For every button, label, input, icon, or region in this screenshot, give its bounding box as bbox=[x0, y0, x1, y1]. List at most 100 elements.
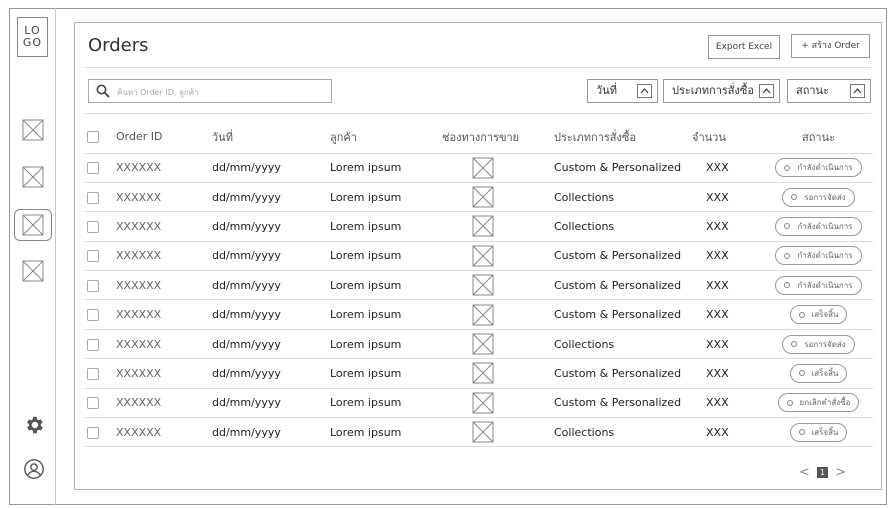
row-checkbox[interactable] bbox=[87, 426, 99, 439]
row-checkbox[interactable] bbox=[87, 220, 99, 233]
cell-order-id[interactable]: XXXXXX bbox=[116, 417, 212, 448]
cell-date: dd/mm/yyyy bbox=[212, 387, 330, 418]
sidebar-item-4[interactable] bbox=[22, 260, 44, 282]
cell-order-id[interactable]: XXXXXX bbox=[116, 152, 212, 183]
orders-table: Order ID วันที่ ลูกค้า ช่องทางการขาย ประ… bbox=[85, 121, 873, 448]
status-radio-icon bbox=[791, 194, 798, 201]
cell-date: dd/mm/yyyy bbox=[212, 181, 330, 212]
logo[interactable]: LO GO bbox=[17, 17, 48, 57]
cell-order-id[interactable]: XXXXXX bbox=[116, 270, 212, 300]
cell-quantity: XXX bbox=[692, 270, 764, 300]
channel-image-placeholder-icon bbox=[472, 186, 494, 208]
table-row[interactable]: XXXXXX dd/mm/yyyy Lorem ipsum Custom & Pers… bbox=[85, 387, 873, 418]
gear-icon[interactable] bbox=[23, 414, 45, 436]
cell-order-type: Custom & Personalized bbox=[554, 240, 692, 271]
page-title: Orders bbox=[88, 35, 149, 56]
cell-customer: Lorem ipsum bbox=[330, 181, 442, 212]
image-placeholder-icon bbox=[22, 166, 44, 188]
cell-order-id[interactable]: XXXXXX bbox=[116, 299, 212, 330]
cell-quantity: XXX bbox=[692, 358, 764, 389]
status-badge[interactable]: กำลังดำเนินการ bbox=[775, 158, 862, 178]
status-badge[interactable]: รอการจัดส่ง bbox=[782, 187, 855, 207]
table-row[interactable]: XXXXXX dd/mm/yyyy Lorem ipsum Collections XX… bbox=[85, 328, 873, 359]
col-channel[interactable]: ช่องทางการขาย bbox=[442, 121, 554, 153]
status-radio-icon bbox=[786, 399, 793, 406]
orders-panel: Orders Export Excel + สร้าง Order ค้นหา … bbox=[74, 22, 882, 490]
row-checkbox[interactable] bbox=[87, 162, 99, 175]
status-badge[interactable]: กำลังดำเนินการ bbox=[775, 275, 862, 295]
table-row[interactable]: XXXXXX dd/mm/yyyy Lorem ipsum Collections XX… bbox=[85, 211, 873, 242]
sidebar-item-2[interactable] bbox=[22, 166, 44, 188]
create-order-button[interactable]: + สร้าง Order bbox=[791, 34, 870, 58]
row-checkbox[interactable] bbox=[87, 309, 99, 322]
status-radio-icon bbox=[784, 164, 791, 171]
status-badge[interactable]: เสร็จสิ้น bbox=[789, 422, 848, 442]
cell-customer: Lorem ipsum bbox=[330, 328, 442, 359]
row-checkbox[interactable] bbox=[87, 367, 99, 380]
sidebar-item-3-active[interactable] bbox=[14, 209, 52, 241]
cell-order-type: Custom & Personalized bbox=[554, 299, 692, 330]
col-status[interactable]: สถานะ bbox=[764, 121, 873, 153]
cell-order-id[interactable]: XXXXXX bbox=[116, 358, 212, 389]
status-badge[interactable]: กำลังดำเนินการ bbox=[775, 246, 862, 266]
cell-customer: Lorem ipsum bbox=[330, 387, 442, 418]
row-checkbox[interactable] bbox=[87, 338, 99, 351]
status-badge[interactable]: กำลังดำเนินการ bbox=[775, 216, 862, 236]
status-radio-icon bbox=[784, 252, 791, 259]
cell-customer: Lorem ipsum bbox=[330, 211, 442, 242]
table-row[interactable]: XXXXXX dd/mm/yyyy Lorem ipsum Custom & Pers… bbox=[85, 240, 873, 271]
image-placeholder-icon bbox=[22, 260, 44, 282]
cell-date: dd/mm/yyyy bbox=[212, 299, 330, 330]
current-page[interactable]: 1 bbox=[817, 467, 829, 478]
row-checkbox[interactable] bbox=[87, 250, 99, 263]
filter-order-type[interactable]: ประเภทการสั่งซื้อ bbox=[663, 79, 780, 103]
export-excel-button[interactable]: Export Excel bbox=[708, 35, 780, 59]
user-icon[interactable] bbox=[23, 458, 45, 480]
col-date[interactable]: วันที่ bbox=[212, 121, 330, 153]
select-all-checkbox[interactable] bbox=[87, 131, 99, 144]
status-badge[interactable]: เสร็จสิ้น bbox=[789, 363, 848, 383]
image-placeholder-icon bbox=[22, 119, 44, 141]
status-radio-icon bbox=[784, 282, 791, 289]
cell-date: dd/mm/yyyy bbox=[212, 270, 330, 300]
cell-order-id[interactable]: XXXXXX bbox=[116, 181, 212, 212]
col-order-type[interactable]: ประเภทการสั่งซื้อ bbox=[554, 121, 692, 153]
status-badge[interactable]: รอการจัดส่ง bbox=[782, 334, 855, 354]
divider bbox=[85, 113, 871, 114]
cell-customer: Lorem ipsum bbox=[330, 417, 442, 448]
cell-order-id[interactable]: XXXXXX bbox=[116, 211, 212, 242]
cell-date: dd/mm/yyyy bbox=[212, 152, 330, 183]
cell-quantity: XXX bbox=[692, 328, 764, 359]
cell-quantity: XXX bbox=[692, 387, 764, 418]
cell-customer: Lorem ipsum bbox=[330, 240, 442, 271]
table-row[interactable]: XXXXXX dd/mm/yyyy Lorem ipsum Custom & Pers… bbox=[85, 358, 873, 389]
table-row[interactable]: XXXXXX dd/mm/yyyy Lorem ipsum Custom & Pers… bbox=[85, 152, 873, 183]
cell-order-id[interactable]: XXXXXX bbox=[116, 328, 212, 359]
table-row[interactable]: XXXXXX dd/mm/yyyy Lorem ipsum Custom & Pers… bbox=[85, 270, 873, 300]
filter-status[interactable]: สถานะ bbox=[787, 79, 871, 103]
cell-order-id[interactable]: XXXXXX bbox=[116, 387, 212, 418]
prev-page-button[interactable]: < bbox=[799, 465, 810, 480]
cell-order-type: Collections bbox=[554, 181, 692, 212]
table-row[interactable]: XXXXXX dd/mm/yyyy Lorem ipsum Custom & Pers… bbox=[85, 299, 873, 330]
status-badge[interactable]: ยกเลิกคำสั่งซื้อ bbox=[777, 393, 860, 413]
table-row[interactable]: XXXXXX dd/mm/yyyy Lorem ipsum Collections XX… bbox=[85, 417, 873, 448]
cell-date: dd/mm/yyyy bbox=[212, 240, 330, 271]
channel-image-placeholder-icon bbox=[472, 157, 494, 179]
status-badge[interactable]: เสร็จสิ้น bbox=[789, 305, 848, 325]
col-customer[interactable]: ลูกค้า bbox=[330, 121, 442, 153]
row-checkbox[interactable] bbox=[87, 397, 99, 410]
row-checkbox[interactable] bbox=[87, 279, 99, 292]
sidebar-item-1[interactable] bbox=[22, 119, 44, 141]
row-checkbox[interactable] bbox=[87, 191, 99, 204]
col-quantity[interactable]: จำนวน bbox=[692, 121, 764, 153]
col-order-id[interactable]: Order ID bbox=[116, 121, 212, 153]
filter-date[interactable]: วันที่ bbox=[587, 79, 658, 103]
table-header-row: Order ID วันที่ ลูกค้า ช่องทางการขาย ประ… bbox=[85, 121, 873, 153]
next-page-button[interactable]: > bbox=[835, 465, 846, 480]
status-radio-icon bbox=[798, 311, 805, 318]
cell-date: dd/mm/yyyy bbox=[212, 328, 330, 359]
cell-order-id[interactable]: XXXXXX bbox=[116, 240, 212, 271]
search-input[interactable]: ค้นหา Order ID, ลูกค้า bbox=[88, 79, 332, 103]
table-row[interactable]: XXXXXX dd/mm/yyyy Lorem ipsum Collections XX… bbox=[85, 181, 873, 212]
